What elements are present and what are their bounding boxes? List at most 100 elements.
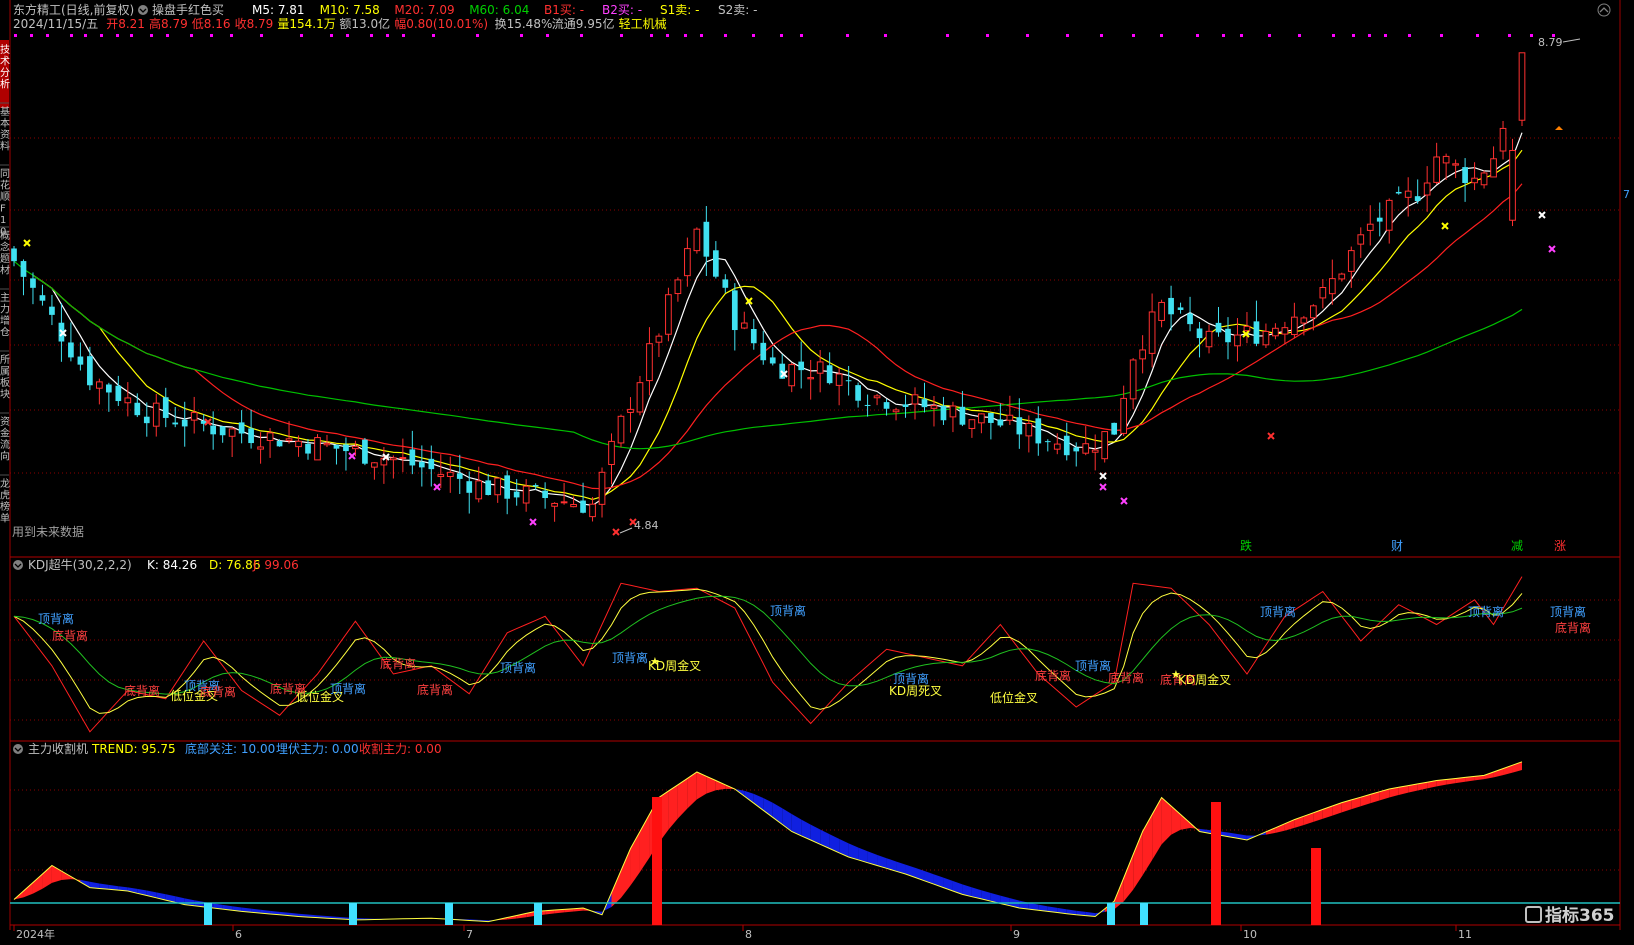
signal-dot: [1026, 34, 1029, 37]
candle-body: [722, 279, 729, 288]
candle-body: [1395, 191, 1402, 194]
trend-band-segment: [620, 848, 631, 898]
candle-body: [485, 480, 492, 495]
candle-body: [390, 457, 397, 461]
signal-dot: [884, 34, 887, 37]
candle-body: [542, 490, 548, 499]
left-tab-char: 主: [0, 292, 10, 304]
indicator-toggle-icon[interactable]: [138, 5, 148, 15]
left-tab-char: 属: [0, 366, 10, 378]
trend-toggle-icon[interactable]: [13, 744, 23, 754]
trend-band-segment: [32, 874, 43, 894]
candle-body: [968, 419, 976, 429]
candle-body: [902, 404, 909, 407]
ma-legend-item: S1卖: -: [660, 3, 699, 17]
candle-body: [1414, 196, 1421, 202]
candle-body: [1462, 167, 1468, 184]
kdj-annotation: KD周金叉: [1178, 672, 1231, 687]
signal-dot: [386, 34, 389, 37]
left-tab-char: 分: [0, 67, 10, 79]
trend-band-segment: [715, 780, 726, 791]
candle-body: [181, 419, 188, 427]
future-data-note: 用到未来数据: [12, 524, 84, 539]
signal-dot: [402, 34, 405, 37]
event-marker: 减: [1511, 539, 1523, 553]
candle-body: [49, 306, 55, 315]
signal-dot: [84, 34, 87, 37]
left-tab-char: 流: [0, 438, 10, 451]
kdj-toggle-icon[interactable]: [13, 560, 23, 570]
candle-body: [978, 413, 985, 424]
event-marker: 涨: [1554, 538, 1566, 553]
signal-dot: [1268, 34, 1271, 37]
candle-body: [1120, 397, 1128, 434]
kdj-annotation: 顶背离: [38, 611, 74, 626]
candle-body: [1044, 441, 1051, 443]
quote-info-item: 换15.48%: [495, 17, 553, 31]
signal-dot: [986, 34, 989, 37]
signal-dot: [752, 34, 755, 37]
trend-band-segment: [763, 797, 773, 818]
quote-info-item: 量154.1万: [277, 17, 335, 31]
candle-body: [238, 422, 245, 434]
candle-body: [845, 380, 852, 382]
candle-body: [1243, 325, 1251, 332]
signal-dot: [846, 34, 849, 37]
candle-body: [428, 458, 435, 470]
candle-body: [1480, 172, 1488, 186]
candle-body: [617, 415, 625, 444]
quote-info-item: 流通9.95亿: [552, 16, 615, 31]
candle-body: [1385, 199, 1393, 231]
quote-info-item: 额13.0亿: [339, 16, 390, 31]
signal-dot: [30, 34, 33, 37]
kdj-header: KDJ超牛(30,2,2,2) K: 84.26 D: 76.86 J: 99.…: [13, 557, 299, 572]
kdj-annotation: 顶背离: [500, 660, 536, 675]
kdj-annotation: 低位金叉: [990, 690, 1038, 705]
candle-body: [1376, 217, 1383, 222]
candle-body: [684, 248, 691, 277]
candle-body: [285, 438, 293, 442]
left-tab-char: 仓: [0, 326, 10, 339]
stock-chart[interactable]: 技术分析基本资料同花顺F10概念题材主力增仓所属板块资金流向龙虎榜单 东方精工(…: [0, 0, 1634, 945]
cross-marker-icon: [1548, 245, 1556, 253]
candle-body: [343, 444, 349, 452]
candle-body: [143, 416, 150, 424]
signal-dot: [580, 34, 583, 37]
candle-body: [1148, 311, 1156, 354]
signal-dot: [520, 34, 523, 37]
kdj-title[interactable]: KDJ超牛(30,2,2,2): [28, 557, 132, 572]
candle-body: [323, 442, 331, 446]
candle-body: [646, 343, 653, 382]
left-tab-char: 虎: [0, 490, 10, 502]
trend-title[interactable]: 主力收割机: [28, 741, 88, 756]
cross-marker-icon: [348, 452, 356, 460]
candle-body: [1225, 328, 1231, 343]
x-tick-label: 11: [1458, 928, 1472, 941]
ma-legend-item: M60: 6.04: [469, 3, 529, 17]
candle-body: [750, 329, 757, 344]
bottom-focus-bar: [1107, 903, 1115, 925]
signal-dot: [1384, 34, 1387, 37]
collapse-button[interactable]: [1597, 3, 1611, 17]
trend-band-segment: [820, 829, 830, 849]
candle-body: [1168, 297, 1174, 315]
candle-body: [580, 500, 586, 513]
candle-body: [560, 501, 568, 504]
signal-dot: [1508, 34, 1511, 37]
indicator-name[interactable]: 操盘手红色买: [152, 2, 224, 17]
candle-body: [949, 405, 957, 418]
kdj-annotation: KD周死叉: [889, 684, 942, 698]
candle-body: [1196, 328, 1203, 339]
signal-dot: [150, 34, 153, 37]
trend-band-segment: [753, 793, 764, 811]
price-annotations: 8.79 4.84 用到未来数据 7: [12, 36, 1630, 539]
signal-dot: [650, 34, 653, 37]
ma-legend-item: M5: 7.81: [252, 3, 305, 17]
cross-marker-icon: [23, 239, 31, 247]
kdj-annotation: 顶背离: [330, 681, 366, 696]
signal-dot: [780, 34, 783, 37]
candle-body: [788, 364, 796, 387]
kdj-annotations: 顶背离底背离底背离 顶背离低位金叉底背离 低位金叉底背离 顶背离 底背离底背离 顶背离顶背…: [38, 603, 1591, 705]
signal-dot: [1222, 34, 1225, 37]
candle-body: [636, 382, 644, 413]
